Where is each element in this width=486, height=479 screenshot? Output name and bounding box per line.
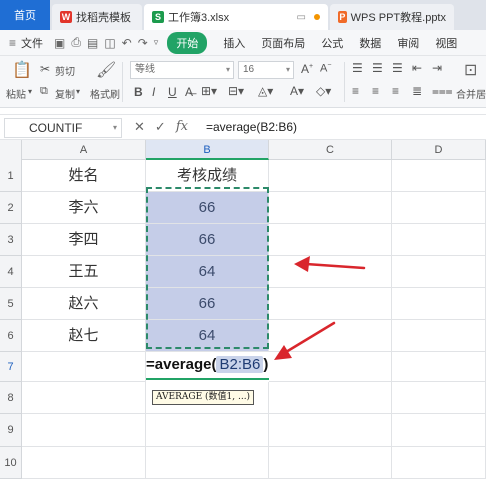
spreadsheet-icon: S [152, 11, 164, 23]
merge-center-button[interactable]: 合并居 [456, 86, 486, 101]
menu-review[interactable]: 审阅 [389, 35, 427, 51]
tab-home[interactable]: 首页 [0, 0, 50, 30]
font-name-value: 等线 [135, 64, 155, 75]
align-left-icon[interactable]: ≡ [352, 84, 359, 98]
confirm-icon[interactable]: ✓ [155, 119, 166, 135]
menu-start[interactable]: 开始 [167, 31, 208, 54]
arrow-to-formula-icon [274, 321, 336, 360]
format-painter-button[interactable]: 格式刷 [90, 86, 120, 101]
menu-bar: ≡ 文件 ▣ ⎙ ▤ ◫ ↶ ↷ ▿ 开始 插入 页面布局 公式 数据 审阅 视… [0, 30, 486, 56]
indent-decrease-icon[interactable]: ⇤ [412, 61, 422, 75]
paste-button[interactable]: 粘贴 [6, 86, 26, 101]
underline-icon[interactable]: U [168, 85, 177, 99]
tab-bar: 首页 W 找稻壳模板 S 工作簿3.xlsx ▭ P WPS PPT教程.ppt… [0, 0, 486, 30]
tab-ppt[interactable]: P WPS PPT教程.pptx [330, 4, 454, 30]
tab-template-label: 找稻壳模板 [76, 12, 131, 24]
menu-data[interactable]: 数据 [351, 35, 389, 51]
fill-icon[interactable]: ⊟▾ [228, 84, 244, 98]
align-center-icon[interactable]: ≡ [372, 84, 379, 98]
hamburger-icon[interactable]: ≡ [6, 36, 19, 50]
cut-button[interactable]: 剪切 [55, 63, 75, 78]
tab-template[interactable]: W 找稻壳模板 [52, 4, 142, 30]
font-color-icon[interactable]: A▾ [290, 84, 304, 98]
align-middle-icon[interactable]: ☰ [372, 61, 383, 75]
paste-dropdown-icon[interactable]: ▾ [28, 87, 32, 96]
annotation-arrows [274, 256, 366, 360]
tab-home-label: 首页 [14, 10, 36, 22]
menu-page-layout[interactable]: 页面布局 [253, 35, 313, 51]
presentation-icon: P [338, 11, 347, 23]
align-right-icon[interactable]: ≡ [392, 84, 399, 98]
customize-icon[interactable]: ▿ [151, 37, 162, 48]
ribbon-separator [344, 62, 345, 102]
print-icon[interactable]: ▤ [84, 36, 101, 50]
docer-icon: W [60, 11, 72, 23]
chevron-down-icon: ▾ [285, 65, 290, 74]
font-size-value: 16 [243, 64, 255, 75]
bold-icon[interactable]: B [134, 85, 143, 99]
ribbon-separator [122, 62, 123, 102]
copy-icon[interactable]: ⧉ [40, 85, 48, 98]
name-box[interactable]: COUNTIF ▾ [4, 118, 122, 138]
strikethrough-icon[interactable]: A̶ [185, 85, 193, 99]
menu-view[interactable]: 视图 [427, 35, 465, 51]
copy-dropdown-icon[interactable]: ▾ [76, 87, 80, 96]
formula-input[interactable]: =average(B2:B6) [206, 120, 297, 134]
align-bottom-icon[interactable]: ☰ [392, 61, 403, 75]
shrink-font-icon[interactable]: A− [320, 62, 331, 75]
arrow-to-range-icon [294, 256, 366, 272]
cancel-icon[interactable]: ✕ [134, 119, 145, 135]
chevron-down-icon: ▾ [225, 65, 230, 74]
italic-icon[interactable]: I [152, 85, 155, 99]
name-box-value: COUNTIF [29, 121, 83, 135]
menu-formula[interactable]: 公式 [313, 35, 351, 51]
window-icon[interactable]: ▭ [297, 12, 306, 23]
spreadsheet-grid: A B C D 1 2 3 4 5 6 7 8 9 10 姓名 考核成绩 李六 … [0, 140, 486, 479]
save-icon[interactable]: ▣ [51, 36, 68, 50]
align-top-icon[interactable]: ☰ [352, 61, 363, 75]
export-icon[interactable]: ◫ [101, 36, 118, 50]
font-name-select[interactable]: 等线 ▾ [130, 61, 234, 79]
tab-workbook-label: 工作簿3.xlsx [168, 12, 230, 24]
redo-icon[interactable]: ↷ [135, 36, 151, 50]
undo-icon[interactable]: ↶ [119, 36, 135, 50]
formula-bar-icons: ✕ ✓ fx [134, 119, 188, 135]
cut-icon[interactable]: ✂ [40, 62, 50, 76]
menu-file[interactable]: 文件 [19, 35, 51, 51]
print-preview-icon[interactable]: ⎙ [68, 35, 84, 50]
justify-icon[interactable]: ≣ [412, 84, 422, 98]
fx-icon[interactable]: fx [176, 119, 188, 135]
copy-button[interactable]: 复制 [55, 86, 75, 101]
format-painter-icon[interactable]: 🖌 [96, 60, 116, 80]
merge-center-icon[interactable]: ⊡ [464, 60, 477, 80]
tab-workbook[interactable]: S 工作簿3.xlsx ▭ [144, 4, 328, 30]
ribbon: 📋 粘贴 ▾ ✂ 剪切 ⧉ 复制 ▾ 🖌 格式刷 等线 ▾ 16 ▾ A+ A−… [0, 56, 486, 108]
indent-increase-icon[interactable]: ⇥ [432, 61, 442, 75]
clear-format-icon[interactable]: ◇▾ [316, 84, 331, 98]
fill-color-icon[interactable]: ◬▾ [258, 84, 273, 98]
unsaved-dot-icon [314, 14, 320, 20]
distributed-icon[interactable]: ⩶ [432, 84, 453, 99]
tab-ppt-label: WPS PPT教程.pptx [350, 12, 446, 24]
grow-font-icon[interactable]: A+ [301, 62, 313, 76]
font-size-select[interactable]: 16 ▾ [238, 61, 294, 79]
formula-bar: COUNTIF ▾ ✕ ✓ fx =average(B2:B6) [0, 114, 486, 140]
chevron-down-icon: ▾ [112, 123, 117, 132]
menu-insert[interactable]: 插入 [215, 35, 253, 51]
paste-icon[interactable]: 📋 [12, 60, 32, 80]
border-icon[interactable]: ⊞▾ [201, 84, 217, 98]
